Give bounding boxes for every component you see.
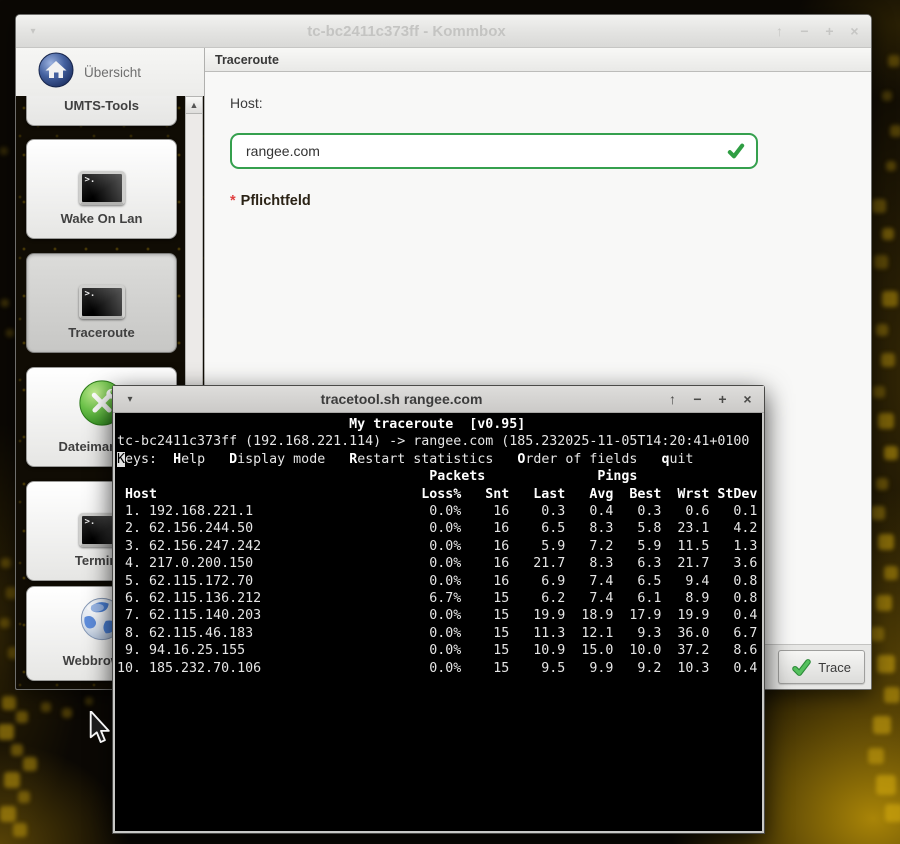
shade-button[interactable]: ↑	[767, 24, 792, 38]
maximize-button[interactable]: +	[710, 392, 735, 406]
valid-check-icon	[727, 142, 745, 160]
required-text: Pflichtfeld	[241, 193, 311, 209]
required-field-note: * Pflichtfeld	[230, 193, 871, 209]
terminal-icon: >.	[79, 285, 125, 319]
wallpaper-bokeh	[0, 0, 2, 2]
close-button[interactable]: ×	[842, 24, 867, 38]
kommbox-titlebar[interactable]: ▾ tc-bc2411c373ff - Kommbox ↑ − + ×	[16, 15, 871, 48]
sidebar-item-wake-on-lan-label: Wake On Lan	[61, 211, 143, 226]
window-menu-icon[interactable]: ▾	[20, 26, 46, 37]
sidebar-item-traceroute-label: Traceroute	[68, 325, 134, 340]
kommbox-window-title: tc-bc2411c373ff - Kommbox	[46, 23, 767, 40]
terminal-icon: >.	[79, 171, 125, 205]
sidebar-item-overview[interactable]: Übersicht	[16, 48, 204, 96]
sidebar-item-wake-on-lan[interactable]: >. Wake On Lan	[26, 139, 177, 239]
required-asterisk: *	[230, 193, 236, 209]
minimize-button[interactable]: −	[792, 24, 817, 38]
minimize-button[interactable]: −	[685, 392, 710, 406]
trace-button-label: Trace	[818, 660, 851, 675]
tracetool-window: ▾ tracetool.sh rangee.com ↑ − + × My tra…	[112, 385, 765, 834]
trace-button[interactable]: Trace	[778, 650, 865, 684]
prompt-glyph: >.	[85, 289, 96, 299]
mtr-output: My traceroute [v0.95] tc-bc2411c373ff (1…	[115, 413, 762, 677]
prompt-glyph: >.	[85, 517, 96, 527]
sidebar-item-umts-tools[interactable]: UMTS-Tools	[26, 96, 177, 126]
sidebar-item-umts-tools-label: UMTS-Tools	[64, 98, 139, 113]
window-menu-icon[interactable]: ▾	[117, 394, 143, 405]
tab-traceroute[interactable]: Traceroute	[215, 53, 279, 67]
sidebar-item-overview-label: Übersicht	[84, 65, 141, 80]
tab-bar: Traceroute	[205, 48, 871, 72]
prompt-glyph: >.	[85, 175, 96, 185]
maximize-button[interactable]: +	[817, 24, 842, 38]
host-input[interactable]	[230, 133, 758, 169]
scroll-up-icon[interactable]: ▲	[186, 97, 202, 114]
close-button[interactable]: ×	[735, 392, 760, 406]
home-icon	[38, 52, 74, 93]
tracetool-window-title: tracetool.sh rangee.com	[143, 391, 660, 407]
check-icon	[792, 658, 811, 677]
host-label: Host:	[230, 95, 871, 111]
tracetool-titlebar[interactable]: ▾ tracetool.sh rangee.com ↑ − + ×	[113, 386, 764, 413]
sidebar-item-traceroute[interactable]: >. Traceroute	[26, 253, 177, 353]
shade-button[interactable]: ↑	[660, 392, 685, 406]
terminal-screen[interactable]: My traceroute [v0.95] tc-bc2411c373ff (1…	[115, 413, 762, 831]
mouse-cursor-icon	[89, 711, 111, 750]
